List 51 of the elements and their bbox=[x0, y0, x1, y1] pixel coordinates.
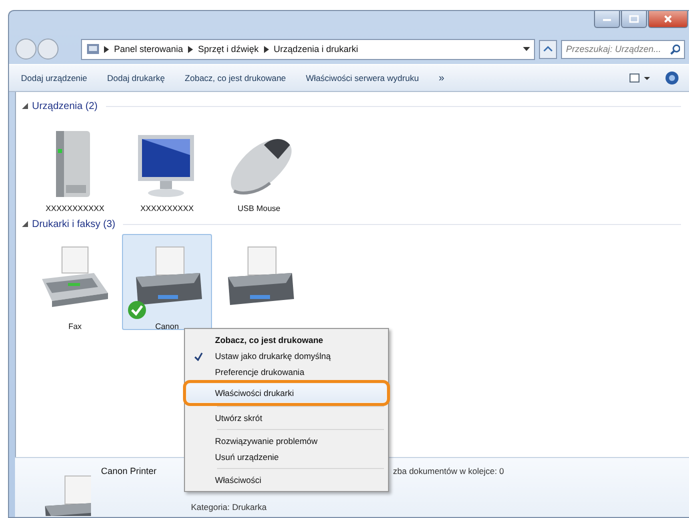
device-name: Canon Printer bbox=[101, 466, 158, 476]
close-button[interactable] bbox=[648, 11, 688, 28]
menu-item[interactable]: Preferencje drukowania bbox=[187, 364, 386, 380]
breadcrumb-arrow-icon[interactable] bbox=[264, 46, 269, 52]
search-icon bbox=[670, 44, 680, 54]
maximize-icon bbox=[629, 15, 639, 23]
breadcrumb-item[interactable]: Panel sterowania bbox=[114, 44, 184, 54]
help-icon[interactable] bbox=[665, 71, 679, 85]
group-header[interactable]: Urządzenia (2) bbox=[32, 100, 98, 112]
queue-status: zba dokumentów w kolejce: 0 bbox=[393, 466, 504, 476]
toolbar-button[interactable]: Zobacz, co jest drukowane bbox=[176, 70, 294, 86]
control-panel-icon bbox=[86, 43, 100, 55]
minimize-icon bbox=[602, 16, 612, 22]
breadcrumb-item[interactable]: Urządzenia i drukarki bbox=[274, 44, 358, 54]
menu-item[interactable]: Rozwiązywanie problemów bbox=[187, 433, 386, 449]
device-tile[interactable]: Canon bbox=[122, 234, 212, 330]
device-label: XXXXXXXXXXX bbox=[46, 204, 104, 213]
device-tile[interactable]: USB Mouse bbox=[214, 116, 304, 212]
view-options-icon bbox=[629, 73, 651, 83]
group-header[interactable]: Drukarki i faksy (3) bbox=[32, 218, 116, 230]
menu-item[interactable]: Ustaw jako drukarkę domyślną bbox=[187, 348, 386, 364]
view-options-button[interactable] bbox=[629, 73, 651, 83]
dropdown-icon[interactable] bbox=[523, 47, 530, 51]
breadcrumb-arrow-icon[interactable] bbox=[188, 46, 194, 52]
address-bar[interactable]: Panel sterowania Sprzęt i dźwięk Urządzenia i drukarki bbox=[81, 38, 535, 60]
toolbar-button[interactable]: Dodaj urządzenie bbox=[13, 70, 96, 86]
collapse-icon[interactable] bbox=[22, 221, 28, 227]
refresh-button[interactable] bbox=[539, 40, 557, 58]
menu-item[interactable]: Zobacz, co jest drukowane bbox=[187, 332, 386, 348]
search-field[interactable]: Przeszukaj: Urządzen... bbox=[561, 40, 685, 58]
device-tile[interactable]: Fax bbox=[30, 234, 120, 330]
device-category: Kategoria: Drukarka bbox=[191, 502, 268, 512]
more-button[interactable]: » bbox=[430, 70, 452, 86]
device-label: USB Mouse bbox=[238, 204, 280, 213]
breadcrumb-arrow-icon[interactable] bbox=[104, 46, 109, 52]
device-tile[interactable]: XXXXXXXXXXX bbox=[30, 116, 120, 212]
minimize-button[interactable] bbox=[594, 11, 620, 28]
device-tile[interactable]: XXXXXXXXXX bbox=[122, 116, 212, 212]
device-label: Fax bbox=[68, 322, 82, 331]
device-label: Canon bbox=[155, 322, 179, 331]
collapse-icon[interactable] bbox=[22, 103, 28, 109]
maximize-button[interactable] bbox=[621, 11, 647, 28]
toolbar-button[interactable]: Dodaj drukarkę bbox=[99, 70, 173, 86]
menu-item[interactable]: Utwórz skrót bbox=[187, 410, 386, 426]
device-label: XXXXXXXXXX bbox=[140, 204, 194, 213]
toolbar-button[interactable]: Właściwości serwera wydruku bbox=[298, 70, 427, 86]
menu-item[interactable]: Właściwości bbox=[187, 472, 386, 488]
close-icon bbox=[663, 15, 673, 23]
breadcrumb-item[interactable]: Sprzęt i dźwięk bbox=[198, 44, 259, 54]
menu-item[interactable]: Właściwości drukarki bbox=[187, 384, 386, 402]
menu-item[interactable]: Usuń urządzenie bbox=[187, 449, 386, 465]
